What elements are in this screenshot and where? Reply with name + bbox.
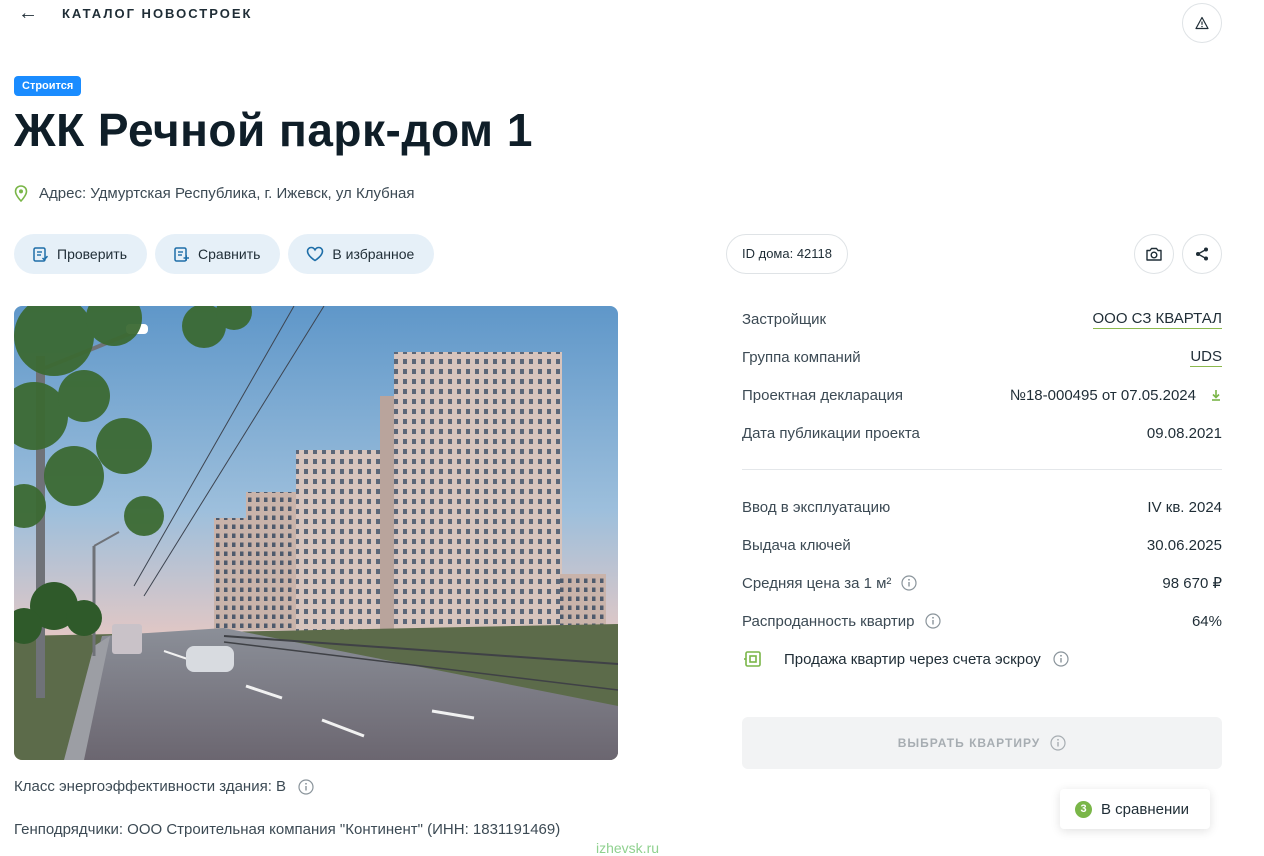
energy-class-text: Класс энергоэффективности здания: B (14, 778, 287, 795)
published-value: 09.08.2021 (1146, 424, 1222, 442)
price-value: 98 670 ₽ (1162, 575, 1222, 592)
house-id-chip: ID дома: 42118 (726, 234, 849, 274)
building-photo[interactable] (14, 306, 618, 760)
warning-icon (1195, 16, 1209, 30)
commissioning-label: Ввод в эксплуатацию (742, 498, 891, 516)
document-compare-icon (174, 246, 190, 262)
keys-row: Выдача ключей 30.06.2025 (742, 526, 1222, 564)
info-icon[interactable] (924, 613, 941, 629)
arrow-left-icon[interactable]: ← (18, 2, 38, 25)
info-panel: Застройщик ООО СЗ КВАРТАЛ Группа компани… (742, 300, 1222, 678)
commissioning-row: Ввод в эксплуатацию IV кв. 2024 (742, 488, 1222, 526)
escrow-label: Продажа квартир через счета эскроу (784, 650, 1041, 668)
choose-apartment-label: ВЫБРАТЬ КВАРТИРУ (897, 736, 1041, 750)
developer-row: Застройщик ООО СЗ КВАРТАЛ (742, 300, 1222, 338)
choose-apartment-button[interactable]: ВЫБРАТЬ КВАРТИРУ (742, 717, 1222, 769)
group-label: Группа компаний (742, 348, 861, 366)
page-title: ЖК Речной парк-дом 1 (14, 104, 533, 156)
status-badge: Строится (14, 76, 82, 96)
declaration-text[interactable]: №18-000495 от 07.05.2024 (1010, 387, 1196, 404)
keys-label: Выдача ключей (742, 536, 851, 554)
location-pin-icon (14, 184, 28, 202)
check-label: Проверить (57, 246, 128, 262)
sold-row: Распроданность квартир 64% (742, 602, 1222, 640)
share-button[interactable] (1182, 234, 1222, 274)
compare-button[interactable]: Сравнить (155, 234, 281, 274)
developer-link[interactable]: ООО СЗ КВАРТАЛ (1092, 310, 1222, 329)
comparison-count-badge: 3 (1075, 800, 1092, 818)
info-icon[interactable] (901, 575, 918, 591)
sold-label: Распроданность квартир (742, 612, 915, 630)
group-row: Группа компаний UDS (742, 338, 1222, 376)
contractors-text: Генподрядчики: ООО Строительная компания… (14, 821, 561, 838)
price-label: Средняя цена за 1 м² (742, 574, 892, 592)
report-button[interactable] (1182, 3, 1222, 43)
top-nav: ← КАТАЛОГ НОВОСТРОЕК (14, 0, 1222, 43)
published-label: Дата публикации проекта (742, 424, 920, 442)
info-icon[interactable] (298, 778, 314, 795)
escrow-icon (744, 651, 761, 667)
declaration-label: Проектная декларация (742, 386, 904, 404)
sold-value: 64% (1191, 612, 1222, 630)
check-button[interactable]: Проверить (14, 234, 148, 274)
camera-button[interactable] (1134, 234, 1174, 274)
info-icon (1050, 735, 1066, 751)
group-link[interactable]: UDS (1190, 348, 1222, 367)
favorite-label: В избранное (332, 246, 415, 262)
sold-label-wrap: Распроданность квартир (742, 613, 941, 630)
comparison-float-button[interactable]: 3 В сравнении (1060, 789, 1210, 829)
keys-value: 30.06.2025 (1146, 536, 1222, 554)
download-icon[interactable] (1210, 389, 1222, 401)
heart-icon (307, 246, 324, 262)
address-text: Адрес: Удмуртская Республика, г. Ижевск,… (39, 184, 415, 202)
catalog-link[interactable]: КАТАЛОГ НОВОСТРОЕК (62, 6, 252, 21)
price-row: Средняя цена за 1 м² 98 670 ₽ (742, 564, 1222, 602)
favorite-button[interactable]: В избранное (288, 234, 435, 274)
declaration-value[interactable]: №18-000495 от 07.05.2024 (1010, 387, 1222, 404)
action-buttons: Проверить Сравнить В избранное (14, 234, 435, 274)
share-icon (1196, 247, 1208, 261)
watermark: izhevsk.ru (596, 840, 660, 856)
info-icon[interactable] (1053, 651, 1069, 667)
escrow-row: Продажа квартир через счета эскроу (742, 640, 1222, 678)
camera-icon (1146, 247, 1162, 261)
address: Адрес: Удмуртская Республика, г. Ижевск,… (14, 182, 414, 204)
price-label-wrap: Средняя цена за 1 м² (742, 574, 918, 592)
commissioning-value: IV кв. 2024 (1147, 498, 1222, 516)
info-divider (742, 469, 1222, 470)
document-check-icon (33, 246, 49, 262)
energy-class: Класс энергоэффективности здания: B (14, 778, 314, 795)
declaration-row: Проектная декларация №18-000495 от 07.05… (742, 376, 1222, 414)
developer-label: Застройщик (742, 310, 827, 328)
comparison-label: В сравнении (1101, 800, 1189, 818)
published-row: Дата публикации проекта 09.08.2021 (742, 414, 1222, 452)
compare-label: Сравнить (198, 246, 261, 262)
